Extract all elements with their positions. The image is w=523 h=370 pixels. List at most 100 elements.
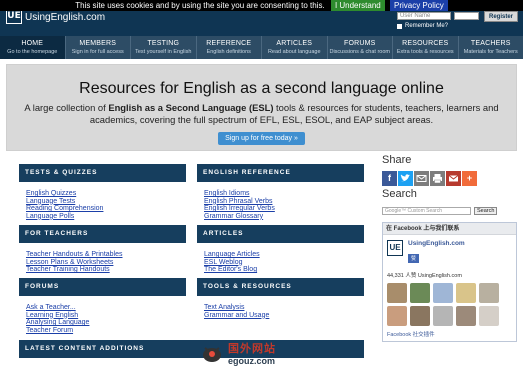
link-ask-a-teacher[interactable]: Ask a Teacher...: [26, 304, 186, 312]
link-teacher-training[interactable]: Teacher Training Handouts: [26, 266, 186, 274]
section-heading: FORUMS: [19, 278, 186, 296]
fan-avatar[interactable]: [456, 283, 476, 303]
nav-testing[interactable]: TESTING Test yourself in English: [131, 36, 197, 59]
link-lesson-plans[interactable]: Lesson Plans & Worksheets: [26, 259, 186, 267]
nav-subtitle: Discussions & chat room: [329, 49, 391, 55]
nav-members[interactable]: MEMBERS Sign in for full access: [66, 36, 131, 59]
cookie-bar: This site uses cookies and by using the …: [0, 0, 523, 11]
hero-lead-bold: English as a Second Language (ESL): [108, 102, 274, 113]
cookie-message: This site uses cookies and by using the …: [75, 1, 325, 10]
password-input[interactable]: [454, 12, 479, 20]
add-more-icon[interactable]: +: [462, 171, 477, 186]
hero-lead: A large collection of English as a Secon…: [17, 102, 507, 126]
nav-title: TESTING: [147, 40, 180, 47]
search-heading: Search: [382, 188, 417, 200]
section-tools: TOOLS & RESOURCES Text Analysis Grammar …: [197, 278, 364, 319]
sidebar: Share f + Search Google™ Custom Search S…: [382, 154, 523, 342]
section-heading: ENGLISH REFERENCE: [197, 164, 364, 182]
nav-articles[interactable]: ARTICLES Read about language: [262, 36, 328, 59]
nav-title: MEMBERS: [79, 40, 117, 47]
hero-title: Resources for English as a second langua…: [79, 80, 444, 97]
facebook-icon[interactable]: f: [382, 171, 397, 186]
nav-title: RESOURCES: [402, 40, 449, 47]
nav-forums[interactable]: FORUMS Discussions & chat room: [328, 36, 393, 59]
section-heading: TESTS & QUIZZES: [19, 164, 186, 182]
watermark-logo-icon: [200, 342, 224, 364]
nav-subtitle: Read about language: [267, 49, 321, 55]
username-input[interactable]: User Name: [397, 12, 451, 20]
nav-title: REFERENCE: [206, 40, 252, 47]
nav-title: ARTICLES: [276, 40, 313, 47]
link-esl-weblog[interactable]: ESL Weblog: [204, 259, 364, 267]
nav-subtitle: Materials for Teachers: [463, 49, 518, 55]
twitter-icon[interactable]: [398, 171, 413, 186]
fan-avatar[interactable]: [479, 306, 499, 326]
link-english-quizzes[interactable]: English Quizzes: [26, 190, 186, 198]
section-heading: LATEST CONTENT ADDITIONS: [19, 340, 364, 358]
fb-like-button[interactable]: 赞: [408, 254, 420, 263]
fb-page-info: UE UsingEnglish.com 赞: [383, 235, 516, 265]
privacy-policy-button[interactable]: Privacy Policy: [389, 0, 448, 11]
hero-lead-pre: A large collection of: [24, 102, 109, 113]
share-buttons: f +: [382, 171, 523, 186]
google-search: Google™ Custom Search Search: [382, 207, 523, 215]
section-teachers: FOR TEACHERS Teacher Handouts & Printabl…: [19, 225, 186, 274]
fan-avatar[interactable]: [456, 306, 476, 326]
section-tests: TESTS & QUIZZES English Quizzes Language…: [19, 164, 186, 220]
email-icon[interactable]: [414, 171, 429, 186]
fan-avatar[interactable]: [410, 306, 430, 326]
remember-me-checkbox[interactable]: [397, 23, 402, 29]
link-learning-english[interactable]: Learning English: [26, 312, 186, 320]
section-reference: ENGLISH REFERENCE English Idioms English…: [197, 164, 364, 220]
site-logo[interactable]: UE UsingEnglish.com: [6, 10, 105, 24]
fb-page-name[interactable]: UsingEnglish.com: [408, 240, 465, 247]
fb-footer[interactable]: Facebook 社交插件: [387, 330, 435, 338]
login-form: User Name Remember Me?: [397, 12, 479, 29]
link-english-idioms[interactable]: English Idioms: [204, 190, 364, 198]
main-nav: HOME Go to the homepage MEMBERS Sign in fo…: [0, 36, 523, 59]
register-button[interactable]: Register: [484, 11, 518, 22]
gmail-icon[interactable]: [446, 171, 461, 186]
link-grammar-glossary[interactable]: Grammar Glossary: [204, 213, 364, 221]
link-grammar-usage[interactable]: Grammar and Usage: [204, 312, 364, 320]
link-teacher-forum[interactable]: Teacher Forum: [26, 327, 186, 335]
nav-title: FORUMS: [343, 40, 376, 47]
facebook-widget: 在 Facebook 上与我们联系 UE UsingEnglish.com 赞 …: [382, 222, 517, 342]
link-reading-comprehension[interactable]: Reading Comprehension: [26, 205, 186, 213]
nav-subtitle: Sign in for full access: [71, 49, 124, 55]
link-teacher-handouts[interactable]: Teacher Handouts & Printables: [26, 251, 186, 259]
nav-subtitle: Go to the homepage: [7, 49, 58, 55]
fan-avatar[interactable]: [479, 283, 499, 303]
print-icon[interactable]: [430, 171, 445, 186]
fan-avatar[interactable]: [387, 306, 407, 326]
link-language-polls[interactable]: Language Polls: [26, 213, 186, 221]
link-language-tests[interactable]: Language Tests: [26, 198, 186, 206]
logo-mark: UE: [6, 10, 22, 24]
nav-title: HOME: [21, 40, 44, 47]
link-text-analysis[interactable]: Text Analysis: [204, 304, 364, 312]
nav-reference[interactable]: REFERENCE English definitions: [197, 36, 262, 59]
fan-avatar[interactable]: [433, 306, 453, 326]
search-input[interactable]: Google™ Custom Search: [382, 207, 471, 215]
fan-avatar[interactable]: [433, 283, 453, 303]
link-phrasal-verbs[interactable]: English Phrasal Verbs: [204, 198, 364, 206]
section-heading: FOR TEACHERS: [19, 225, 186, 243]
watermark-cn: 国外网站: [228, 343, 276, 355]
nav-title: TEACHERS: [470, 40, 511, 47]
link-language-articles[interactable]: Language Articles: [204, 251, 364, 259]
nav-home[interactable]: HOME Go to the homepage: [0, 36, 66, 59]
link-editors-blog[interactable]: The Editor's Blog: [204, 266, 364, 274]
remember-me[interactable]: Remember Me?: [397, 23, 451, 29]
nav-teachers[interactable]: TEACHERS Materials for Teachers: [459, 36, 523, 59]
link-irregular-verbs[interactable]: English Irregular Verbs: [204, 205, 364, 213]
fan-avatar[interactable]: [387, 283, 407, 303]
fb-widget-header: 在 Facebook 上与我们联系: [383, 223, 516, 235]
link-analysing-language[interactable]: Analysing Language: [26, 319, 186, 327]
nav-resources[interactable]: RESOURCES Extra tools & resources: [393, 36, 459, 59]
cookie-accept-button[interactable]: I Understand: [330, 0, 385, 11]
signup-button[interactable]: Sign up for free today »: [218, 132, 305, 145]
fb-page-logo[interactable]: UE: [387, 240, 403, 256]
fan-avatar[interactable]: [410, 283, 430, 303]
section-forums: FORUMS Ask a Teacher... Learning English…: [19, 278, 186, 334]
search-button[interactable]: Search: [474, 207, 498, 215]
